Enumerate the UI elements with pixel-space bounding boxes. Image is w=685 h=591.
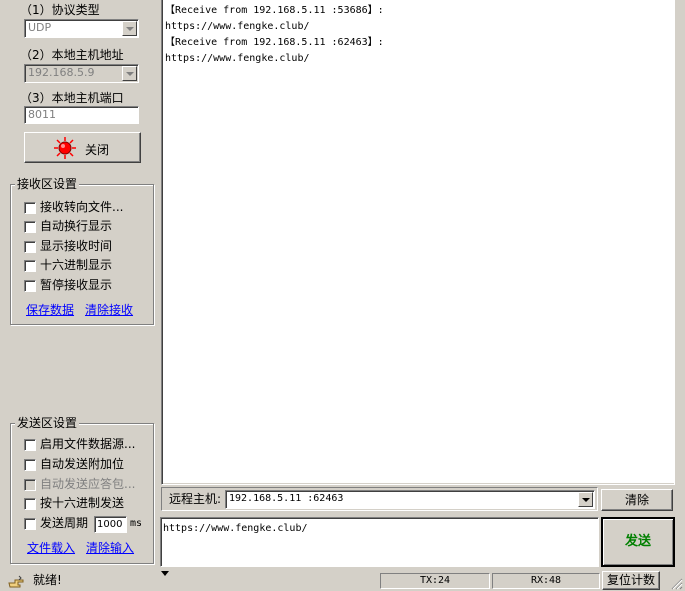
chevron-down-icon[interactable]	[578, 492, 593, 507]
send-period-checkbox[interactable]	[24, 518, 36, 530]
reset-counter-label: 复位计数	[606, 573, 655, 587]
local-address-label: （2）本地主机地址	[20, 48, 124, 62]
resize-grip-icon[interactable]	[669, 576, 683, 590]
pause-display-checkbox[interactable]	[24, 280, 36, 292]
auto-append-label[interactable]: 自动发送附加位	[40, 457, 124, 471]
tx-counter: TX:24	[380, 573, 490, 589]
redirect-to-file-checkbox[interactable]	[24, 202, 36, 214]
protocol-label: （1）协议类型	[20, 3, 100, 17]
local-address-value: 192.168.5.9	[28, 66, 95, 79]
status-text: 就绪!	[33, 573, 62, 587]
close-button-label: 关闭	[85, 143, 110, 157]
send-period-value: 1000	[97, 519, 123, 530]
send-button-label: 发送	[624, 534, 651, 549]
local-address-select[interactable]: 192.168.5.9	[24, 64, 139, 83]
clear-input-link[interactable]: 清除输入	[86, 541, 134, 555]
hex-display-checkbox[interactable]	[24, 260, 36, 272]
save-data-link[interactable]: 保存数据	[26, 303, 74, 317]
hex-send-checkbox[interactable]	[24, 498, 36, 510]
hand-pointer-icon	[8, 575, 24, 588]
send-period-unit: ms	[130, 518, 143, 529]
send-settings-title: 发送区设置	[15, 416, 80, 430]
file-source-checkbox[interactable]	[24, 439, 36, 451]
receive-line: https://www.fengke.club/	[165, 53, 310, 64]
hex-display-label[interactable]: 十六进制显示	[40, 258, 112, 272]
remote-host-value: 192.168.5.11 :62463	[229, 493, 344, 504]
show-time-label[interactable]: 显示接收时间	[40, 239, 112, 253]
local-port-value: 8011	[28, 108, 56, 121]
local-port-input[interactable]: 8011	[24, 106, 139, 124]
rx-counter: RX:48	[492, 573, 600, 589]
local-port-label: （3）本地主机端口	[20, 91, 124, 105]
redirect-to-file-label[interactable]: 接收转向文件...	[40, 200, 123, 214]
clear-receive-link[interactable]: 清除接收	[85, 303, 133, 317]
receive-settings-title: 接收区设置	[15, 177, 80, 191]
remote-host-label: 远程主机:	[169, 492, 222, 506]
send-input-area[interactable]: https://www.fengke.club/	[160, 517, 599, 567]
clear-button-label: 清除	[624, 493, 649, 507]
protocol-value: UDP	[28, 21, 52, 34]
send-text: https://www.fengke.club/	[163, 523, 308, 534]
protocol-select[interactable]: UDP	[24, 19, 139, 38]
chevron-down-icon[interactable]	[122, 66, 137, 81]
receive-line: https://www.fengke.club/	[165, 21, 310, 32]
close-connection-button[interactable]: 关闭	[24, 132, 141, 163]
load-file-link[interactable]: 文件载入	[27, 541, 75, 555]
file-source-label[interactable]: 启用文件数据源...	[40, 437, 135, 451]
auto-wrap-checkbox[interactable]	[24, 221, 36, 233]
chevron-down-icon[interactable]	[122, 21, 137, 36]
show-time-checkbox[interactable]	[24, 241, 36, 253]
receive-line: 【Receive from 192.168.5.11 :53686】:	[165, 5, 384, 16]
auto-wrap-label[interactable]: 自动换行显示	[40, 219, 112, 233]
receive-area[interactable]: 【Receive from 192.168.5.11 :53686】: http…	[161, 0, 675, 485]
send-period-label[interactable]: 发送周期	[40, 516, 88, 530]
pause-display-label[interactable]: 暂停接收显示	[40, 278, 112, 292]
chevron-down-icon	[161, 571, 169, 576]
clear-button[interactable]: 清除	[601, 489, 673, 511]
auto-append-checkbox[interactable]	[24, 459, 36, 471]
indicator-light-icon	[54, 137, 76, 159]
hex-send-label[interactable]: 按十六进制发送	[40, 496, 124, 510]
send-button[interactable]: 发送	[601, 517, 675, 567]
reset-counter-button[interactable]: 复位计数	[602, 571, 660, 590]
receive-line: 【Receive from 192.168.5.11 :62463】:	[165, 37, 384, 48]
send-period-input[interactable]: 1000	[94, 516, 127, 533]
auto-reply-label: 自动发送应答包...	[40, 477, 136, 491]
remote-host-select[interactable]: 192.168.5.11 :62463	[225, 490, 595, 509]
right-edge-gutter	[675, 0, 685, 485]
auto-reply-checkbox	[24, 479, 36, 491]
